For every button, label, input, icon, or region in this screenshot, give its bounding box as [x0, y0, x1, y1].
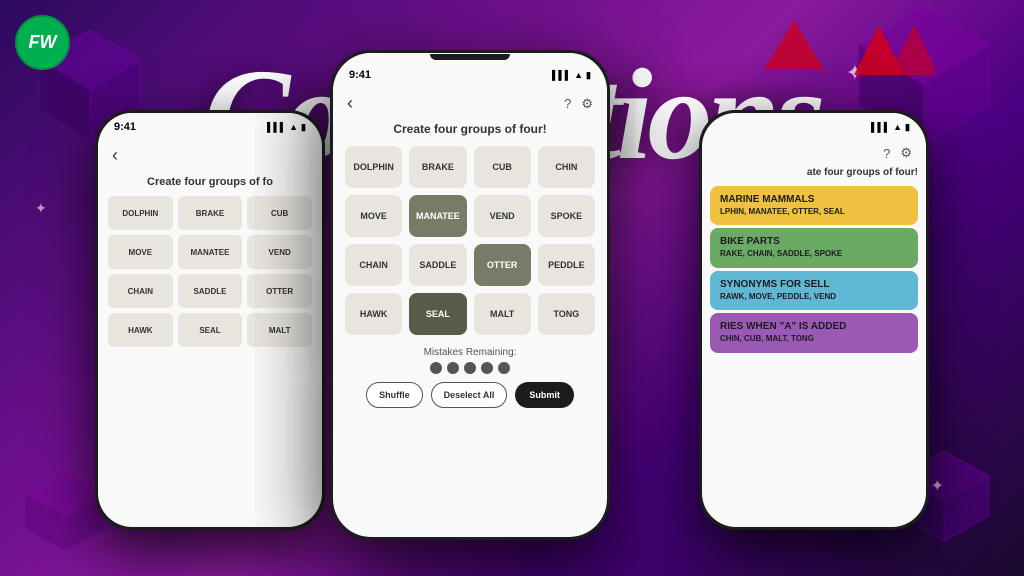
word-tile[interactable]: BRAKE — [178, 196, 243, 230]
status-icons-center: ▌▌▌ ▲ ▮ — [552, 70, 591, 81]
word-tile-chain[interactable]: CHAIN — [345, 244, 402, 286]
word-tile-seal[interactable]: SEAL — [409, 293, 466, 335]
word-tile-peddle[interactable]: PEDDLE — [538, 244, 595, 286]
nav-bar-right: ? ⚙ — [702, 141, 926, 165]
word-tile-malt[interactable]: MALT — [474, 293, 531, 335]
word-tile[interactable]: SEAL — [178, 313, 243, 347]
game-subtitle-right: ate four groups of four! — [702, 167, 926, 178]
battery-icon-left: ▮ — [301, 122, 306, 133]
category-sell: SYNONYMS FOR SELL RAWK, MOVE, PEDDLE, VE… — [710, 271, 918, 310]
category-sell-words: RAWK, MOVE, PEDDLE, VEND — [720, 292, 908, 302]
status-bar-left: 9:41 ▌▌▌ ▲ ▮ — [98, 113, 322, 141]
dot-1 — [430, 362, 442, 374]
time-center: 9:41 — [349, 69, 371, 81]
category-added-words: CHIN, CUB, MALT, TONG — [720, 334, 908, 344]
signal-icon-right: ▌▌▌ — [871, 122, 890, 132]
word-tile[interactable]: VEND — [247, 235, 312, 269]
word-tile[interactable]: MOVE — [108, 235, 173, 269]
category-bike-words: RAKE, CHAIN, SADDLE, SPOKE — [720, 249, 908, 259]
notch-area — [333, 53, 607, 61]
nav-bar-center: ‹ ? ⚙ — [333, 89, 607, 118]
phone-center: 9:41 ▌▌▌ ▲ ▮ ‹ ? ⚙ Create four groups of… — [330, 50, 610, 540]
game-subtitle-left: Create four groups of fo — [108, 176, 312, 188]
wifi-icon-right: ▲ — [893, 122, 902, 132]
status-icons-right: ▌▌▌ ▲ ▮ — [871, 122, 910, 133]
category-sell-title: SYNONYMS FOR SELL — [720, 279, 908, 290]
category-marine-words: LPHIN, MANATEE, OTTER, SEAL — [720, 207, 908, 217]
word-tile[interactable]: DOLPHIN — [108, 196, 173, 230]
wifi-icon-center: ▲ — [574, 70, 583, 80]
phone-right: ▌▌▌ ▲ ▮ ? ⚙ ate four groups of four! MAR… — [699, 110, 929, 530]
shuffle-button[interactable]: Shuffle — [366, 382, 423, 408]
status-bar-right: ▌▌▌ ▲ ▮ — [702, 113, 926, 141]
word-tile-saddle[interactable]: SADDLE — [409, 244, 466, 286]
word-tile-tong[interactable]: TONG — [538, 293, 595, 335]
category-bike-title: BIKE PARTS — [720, 236, 908, 247]
category-added-title: RIES WHEN "A" IS ADDED — [720, 321, 908, 332]
category-marine: MARINE MAMMALS LPHIN, MANATEE, OTTER, SE… — [710, 186, 918, 225]
word-tile[interactable]: CUB — [247, 196, 312, 230]
game-buttons: Shuffle Deselect All Submit — [333, 382, 607, 408]
nav-icons-center: ? ⚙ — [564, 96, 593, 112]
dot-4 — [481, 362, 493, 374]
status-bar-center: 9:41 ▌▌▌ ▲ ▮ — [333, 61, 607, 89]
word-tile-manatee[interactable]: MANATEE — [409, 195, 466, 237]
word-tile-vend[interactable]: VEND — [474, 195, 531, 237]
dot-2 — [447, 362, 459, 374]
dot-3 — [464, 362, 476, 374]
game-subtitle-center: Create four groups of four! — [333, 122, 607, 136]
word-tile-cub[interactable]: CUB — [474, 146, 531, 188]
nav-icons-right: ? ⚙ — [883, 145, 912, 161]
word-tile[interactable]: MANATEE — [178, 235, 243, 269]
word-tile-move[interactable]: MOVE — [345, 195, 402, 237]
category-added: RIES WHEN "A" IS ADDED CHIN, CUB, MALT, … — [710, 313, 918, 352]
settings-icon[interactable]: ⚙ — [581, 96, 593, 112]
word-tile[interactable]: SADDLE — [178, 274, 243, 308]
help-icon[interactable]: ? — [564, 96, 571, 111]
wifi-icon-left: ▲ — [289, 122, 298, 132]
category-bike: BIKE PARTS RAKE, CHAIN, SADDLE, SPOKE — [710, 228, 918, 267]
submit-button[interactable]: Submit — [515, 382, 574, 408]
battery-icon-center: ▮ — [586, 70, 591, 81]
game-content-left: Create four groups of fo DOLPHIN BRAKE C… — [98, 170, 322, 353]
fw-logo-text: FW — [29, 32, 57, 53]
signal-icon-left: ▌▌▌ — [267, 122, 286, 132]
word-tile[interactable]: MALT — [247, 313, 312, 347]
fw-logo: FW — [15, 15, 70, 70]
word-tile-spoke[interactable]: SPOKE — [538, 195, 595, 237]
phone-center-screen: 9:41 ▌▌▌ ▲ ▮ ‹ ? ⚙ Create four groups of… — [333, 53, 607, 537]
notch — [430, 54, 510, 60]
dot-5 — [498, 362, 510, 374]
phone-right-screen: ▌▌▌ ▲ ▮ ? ⚙ ate four groups of four! MAR… — [702, 113, 926, 527]
mistakes-label: Mistakes Remaining: — [424, 347, 517, 358]
help-icon-right[interactable]: ? — [883, 146, 890, 161]
nav-bar-left: ‹ — [98, 141, 322, 170]
word-tile[interactable]: OTTER — [247, 274, 312, 308]
word-tile-dolphin[interactable]: DOLPHIN — [345, 146, 402, 188]
time-left: 9:41 — [114, 121, 136, 133]
word-grid-center: DOLPHIN BRAKE CUB CHIN MOVE MANATEE VEND… — [333, 146, 607, 335]
word-tile[interactable]: CHAIN — [108, 274, 173, 308]
settings-icon-right[interactable]: ⚙ — [900, 145, 912, 161]
status-icons-left: ▌▌▌ ▲ ▮ — [267, 122, 306, 133]
word-tile-otter[interactable]: OTTER — [474, 244, 531, 286]
back-button-center[interactable]: ‹ — [347, 93, 353, 114]
signal-icon-center: ▌▌▌ — [552, 70, 571, 80]
deselect-button[interactable]: Deselect All — [431, 382, 508, 408]
mistake-dots — [333, 362, 607, 374]
word-tile-hawk[interactable]: HAWK — [345, 293, 402, 335]
word-tile[interactable]: HAWK — [108, 313, 173, 347]
word-tile-chin[interactable]: CHIN — [538, 146, 595, 188]
category-marine-title: MARINE MAMMALS — [720, 194, 908, 205]
phone-left-screen: 9:41 ▌▌▌ ▲ ▮ ‹ Create four groups of fo … — [98, 113, 322, 527]
phone-left: 9:41 ▌▌▌ ▲ ▮ ‹ Create four groups of fo … — [95, 110, 325, 530]
mistakes-section: Mistakes Remaining: — [333, 347, 607, 374]
word-grid-left: DOLPHIN BRAKE CUB MOVE MANATEE VEND CHAI… — [108, 196, 312, 347]
battery-icon-right: ▮ — [905, 122, 910, 133]
back-button-left[interactable]: ‹ — [112, 145, 118, 166]
word-tile-brake[interactable]: BRAKE — [409, 146, 466, 188]
